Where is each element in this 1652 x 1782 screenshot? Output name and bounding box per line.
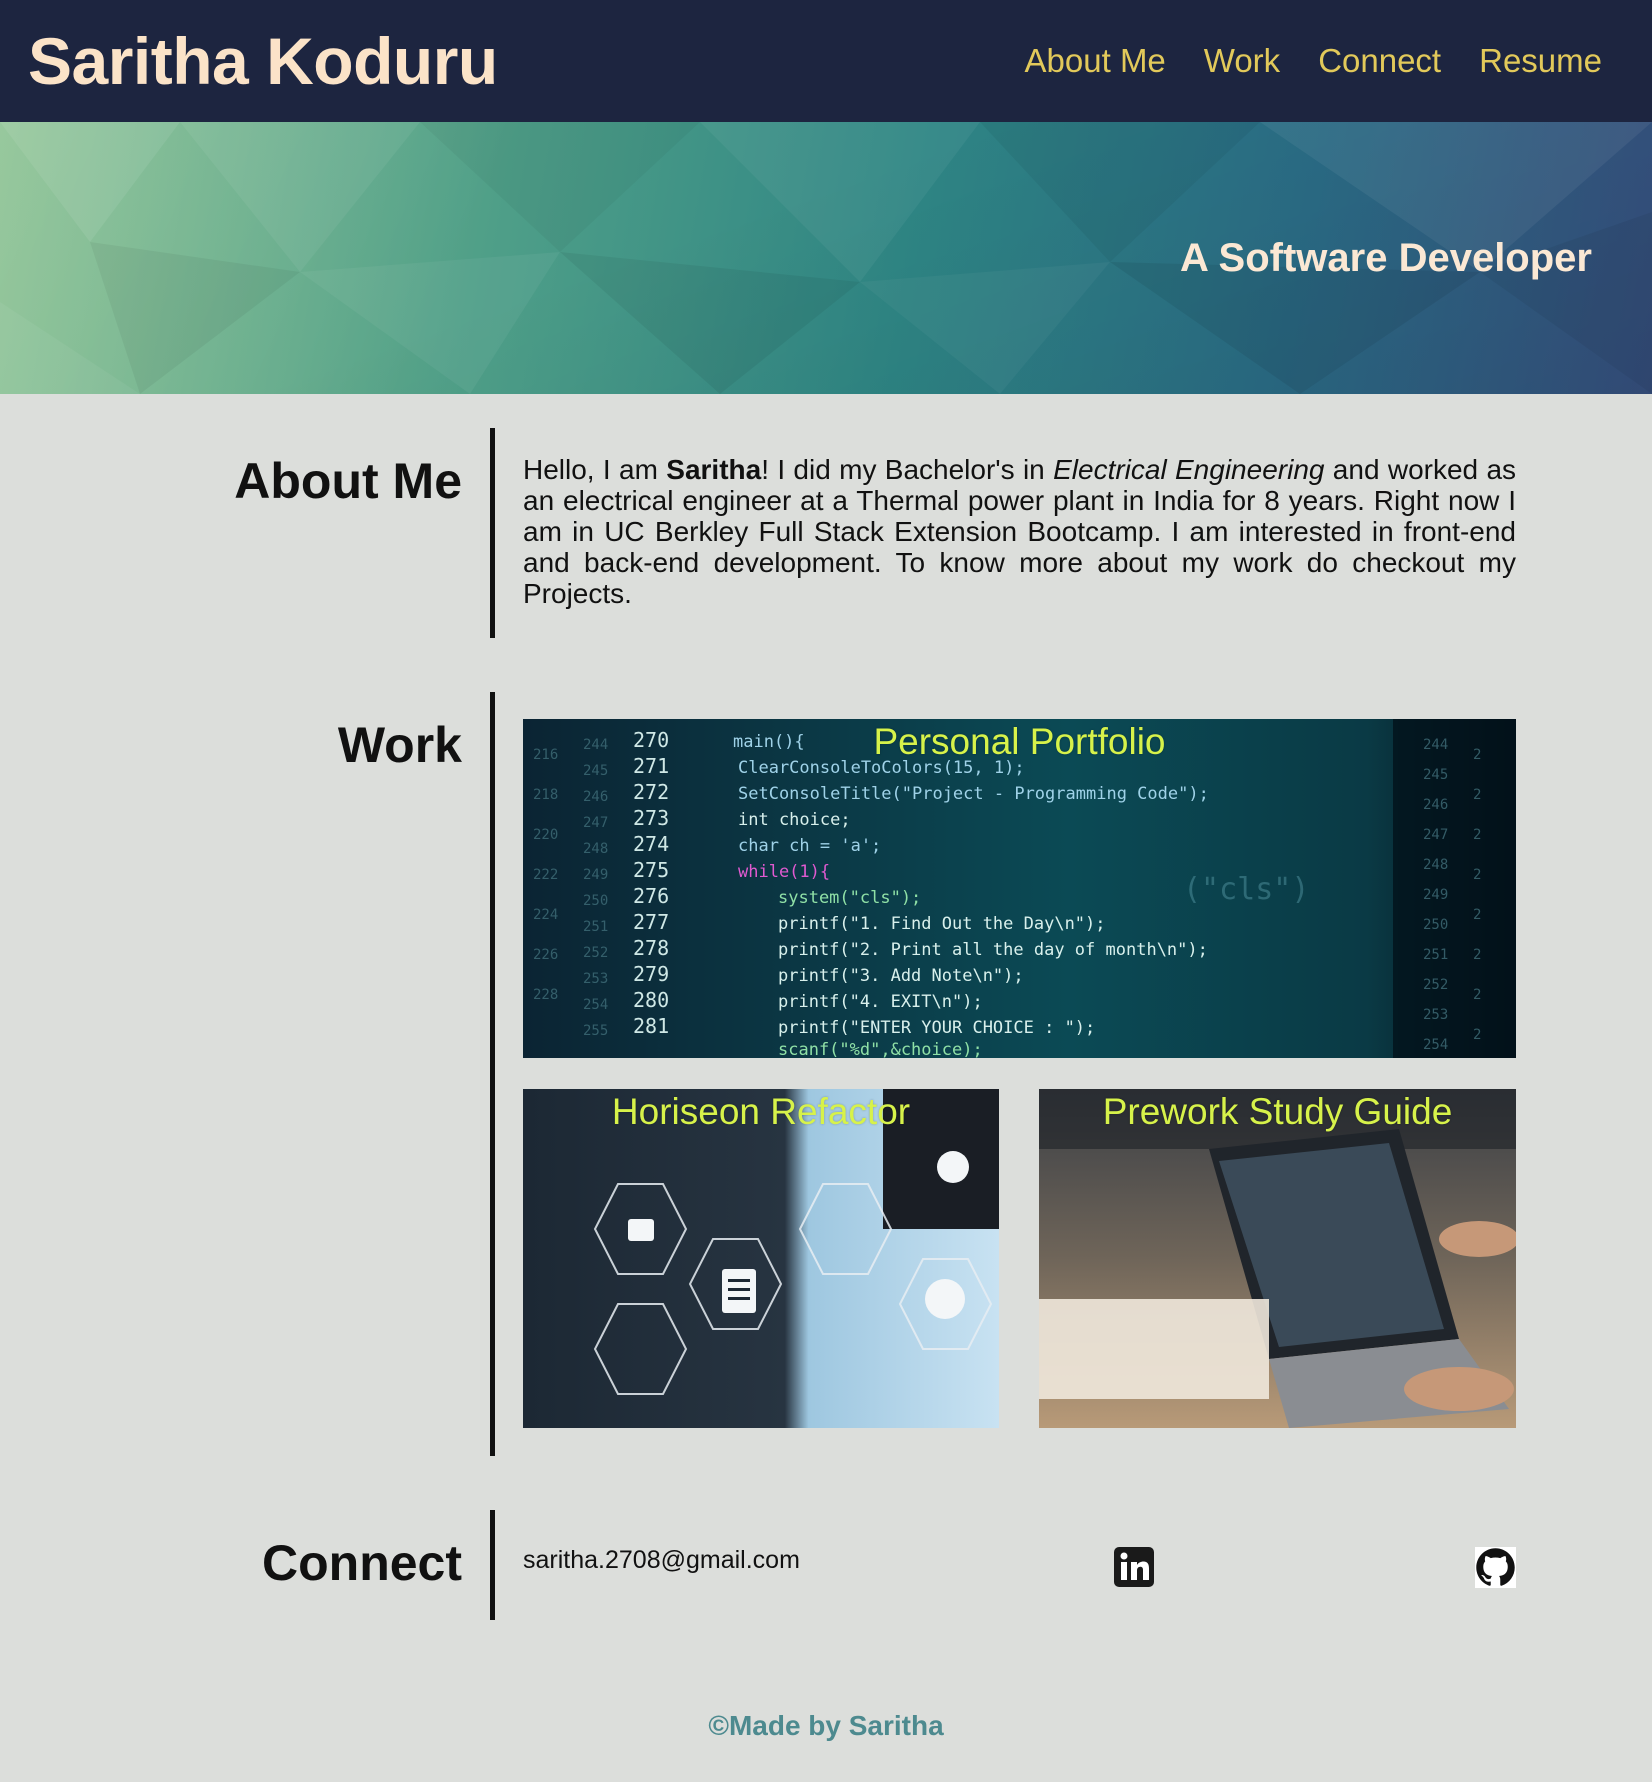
linkedin-icon[interactable] [1114, 1547, 1154, 1587]
svg-text:247: 247 [583, 815, 608, 831]
svg-text:254: 254 [1423, 1037, 1448, 1053]
svg-text:280: 280 [633, 988, 669, 1012]
svg-text:system("cls");: system("cls"); [778, 888, 921, 908]
svg-text:250: 250 [1423, 917, 1448, 933]
about-paragraph: Hello, I am Saritha! I did my Bachelor's… [523, 454, 1516, 609]
about-intro: Hello, I am [523, 454, 667, 485]
project-title-prework-study-guide: Prework Study Guide [1102, 1091, 1453, 1132]
svg-text:char ch = 'a';: char ch = 'a'; [738, 836, 881, 856]
svg-text:247: 247 [1423, 827, 1448, 843]
connect-heading: Connect [262, 1535, 462, 1591]
svg-text:273: 273 [633, 806, 669, 830]
svg-text:255: 255 [583, 1023, 608, 1039]
svg-text:248: 248 [1423, 857, 1448, 873]
nav-resume[interactable]: Resume [1479, 42, 1602, 80]
nav-connect[interactable]: Connect [1318, 42, 1441, 80]
nav-about-me[interactable]: About Me [1025, 42, 1166, 80]
svg-text:int choice;: int choice; [738, 810, 851, 830]
svg-text:2: 2 [1473, 867, 1481, 883]
svg-text:274: 274 [633, 832, 669, 856]
hero-subtitle: A Software Developer [1180, 236, 1592, 280]
svg-text:222: 222 [533, 867, 558, 883]
project-title-personal-portfolio: Personal Portfolio [873, 721, 1166, 762]
about-divider [490, 428, 495, 638]
svg-text:2: 2 [1473, 827, 1481, 843]
svg-text:252: 252 [1423, 977, 1448, 993]
svg-text:278: 278 [633, 936, 669, 960]
email-address[interactable]: saritha.2708@gmail.com [523, 1546, 800, 1575]
svg-text:245: 245 [583, 763, 608, 779]
svg-text:253: 253 [1423, 1007, 1448, 1023]
svg-text:279: 279 [633, 962, 669, 986]
github-icon[interactable] [1475, 1547, 1516, 1588]
svg-text:281: 281 [633, 1014, 669, 1038]
svg-text:252: 252 [583, 945, 608, 961]
svg-text:249: 249 [1423, 887, 1448, 903]
svg-text:226: 226 [533, 947, 558, 963]
footer-credit: ©Made by Saritha [708, 1710, 944, 1741]
svg-text:248: 248 [583, 841, 608, 857]
project-title-horiseon-refactor: Horiseon Refactor [611, 1091, 911, 1132]
svg-text:printf("2. Print all the day o: printf("2. Print all the day of month\n"… [778, 940, 1208, 960]
svg-text:277: 277 [633, 910, 669, 934]
laptop-desk-image [1039, 1089, 1516, 1428]
svg-text:while(1){: while(1){ [738, 862, 830, 882]
svg-text:246: 246 [583, 789, 608, 805]
svg-text:272: 272 [633, 780, 669, 804]
svg-text:251: 251 [1423, 947, 1448, 963]
svg-text:printf("1. Find Out the Day\n": printf("1. Find Out the Day\n"); [778, 914, 1106, 934]
security-hexagon-image [523, 1089, 999, 1428]
svg-text:218: 218 [533, 787, 558, 803]
svg-text:228: 228 [533, 987, 558, 1003]
about-heading: About Me [234, 453, 462, 509]
svg-text:SetConsoleTitle("Project - Pro: SetConsoleTitle("Project - Programming C… [738, 784, 1209, 804]
project-card-personal-portfolio[interactable]: 270 271 272 273 274 275 276 277 278 279 280 281 … [523, 719, 1516, 1058]
svg-text:249: 249 [583, 867, 608, 883]
svg-text:2: 2 [1473, 1027, 1481, 1043]
site-header: Saritha Koduru About Me Work Connect Res… [0, 0, 1652, 122]
svg-text:printf("ENTER YOUR CHOICE : "): printf("ENTER YOUR CHOICE : "); [778, 1018, 1095, 1038]
svg-text:printf("3. Add Note\n");: printf("3. Add Note\n"); [778, 966, 1024, 986]
svg-text:2: 2 [1473, 787, 1481, 803]
project-card-horiseon-refactor[interactable]: Horiseon Refactor [523, 1089, 999, 1428]
svg-text:246: 246 [1423, 797, 1448, 813]
nav-work[interactable]: Work [1204, 42, 1280, 80]
project-card-prework-study-guide[interactable]: Prework Study Guide [1039, 1089, 1516, 1428]
about-name: Saritha [666, 454, 762, 485]
svg-text:printf("4. EXIT\n");: printf("4. EXIT\n"); [778, 992, 983, 1012]
work-divider [490, 692, 495, 1456]
hero-banner: A Software Developer [0, 122, 1652, 394]
svg-text:276: 276 [633, 884, 669, 908]
svg-text:251: 251 [583, 919, 608, 935]
svg-text:253: 253 [583, 971, 608, 987]
about-degree: Electrical Engineering [1053, 454, 1325, 485]
svg-text:275: 275 [633, 858, 669, 882]
svg-text:250: 250 [583, 893, 608, 909]
main-nav: About Me Work Connect Resume [1025, 42, 1602, 80]
code-screen-image: 270271272 273274275 276277278 279280281 … [523, 719, 1516, 1058]
svg-text:245: 245 [1423, 767, 1448, 783]
svg-text:224: 224 [533, 907, 558, 923]
svg-text:2: 2 [1473, 987, 1481, 1003]
work-heading: Work [337, 717, 462, 773]
svg-text:scanf("%d",&choice);: scanf("%d",&choice); [778, 1040, 983, 1058]
svg-text:254: 254 [583, 997, 608, 1013]
svg-text:("cls"): ("cls") [1183, 872, 1309, 907]
about-after-name: ! I did my Bachelor's in [761, 454, 1054, 485]
connect-divider [490, 1510, 495, 1620]
svg-text:2: 2 [1473, 907, 1481, 923]
svg-text:220: 220 [533, 827, 558, 843]
svg-text:2: 2 [1473, 947, 1481, 963]
site-title: Saritha Koduru [28, 24, 498, 98]
